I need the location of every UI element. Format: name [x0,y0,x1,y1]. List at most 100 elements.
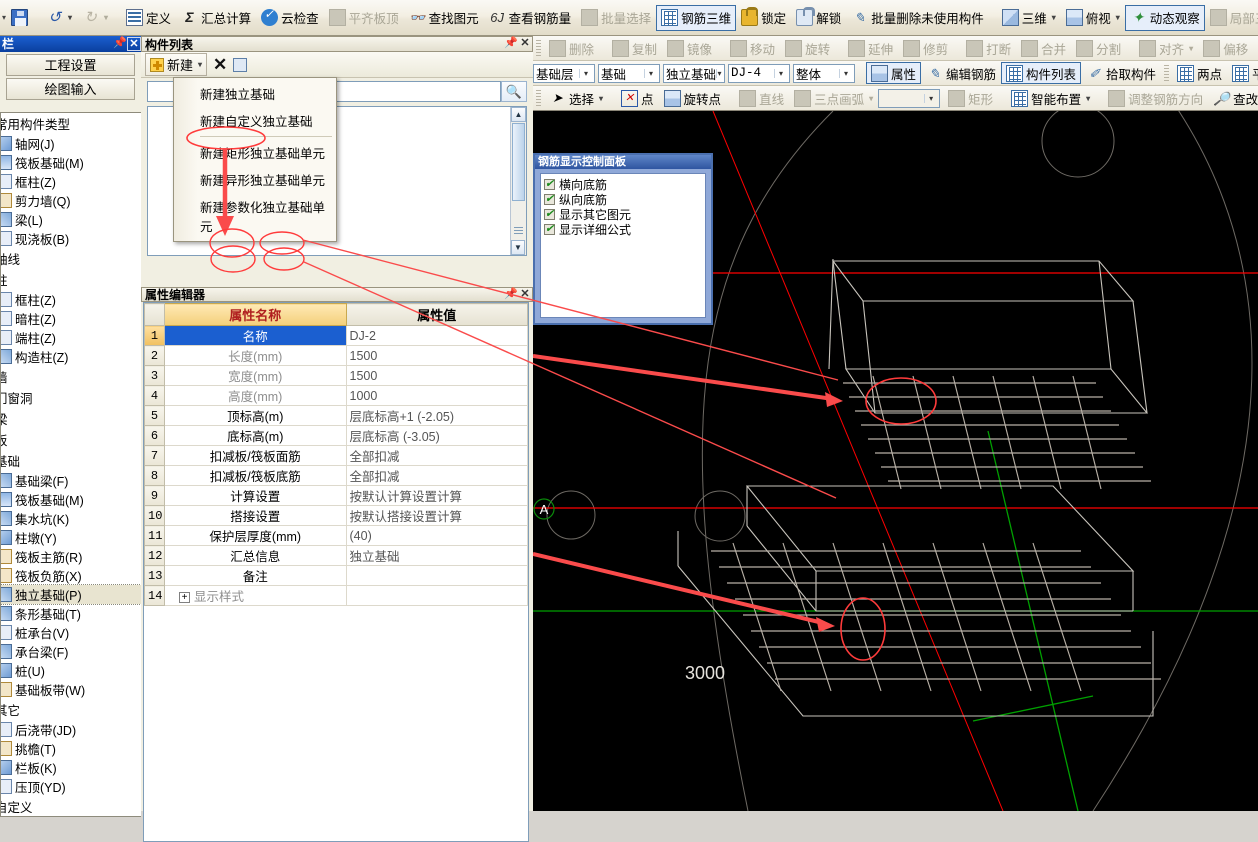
adjust-rebar-dir-button[interactable]: 调整钢筋方向 [1103,87,1208,109]
close-icon[interactable]: ✕ [518,37,532,51]
copy-component-button[interactable] [233,57,248,72]
sidebar-item-frame-column[interactable]: 框柱(Z) [1,172,141,191]
property-value[interactable]: 1500 [345,345,528,366]
parallel-button[interactable]: 平 [1227,62,1258,84]
toolbar-grip[interactable] [536,39,541,57]
component-list-button[interactable]: 构件列表 [1001,62,1082,84]
pick-component-button[interactable]: ✐ 拾取构件 [1081,62,1161,84]
sidebar-item-post-cast-strip[interactable]: 后浇带(JD) [1,720,141,739]
move-button[interactable]: 移动 [725,37,780,59]
sidebar-item-structural-column[interactable]: 构造柱(Z) [1,347,141,366]
delete-component-button[interactable]: ✕ [213,56,227,73]
sidebar-item-raft-main-rebar[interactable]: 筏板主筋(R) [1,547,141,566]
find-element-button[interactable]: 👓 查找图元 [404,5,484,31]
align-slab-top-button[interactable]: 平齐板顶 [324,5,404,31]
pin-icon[interactable]: 📌 [113,37,127,51]
sidebar-item-end-column[interactable]: 端柱(Z) [1,328,141,347]
sidebar-item-coping[interactable]: 压顶(YD) [1,777,141,796]
expander-icon[interactable]: + [179,592,190,604]
table-row[interactable]: 2 长度(mm) 1500 [144,345,528,366]
merge-button[interactable]: 合并 [1016,37,1071,59]
stretch-button[interactable]: 拉伸 [1253,37,1258,59]
menu-new-custom-isolated-foundation[interactable]: 新建自定义独立基础 [174,107,336,134]
property-button[interactable]: 属性 [866,62,922,84]
undo-button[interactable]: ↺ ▾ [41,5,77,31]
checkbox-row-longitudinal-bottom-rebar[interactable]: 纵向底筋 [544,192,702,207]
toolbar-grip[interactable] [1164,64,1170,82]
line-tool-button[interactable]: 直线 [734,87,789,109]
table-row[interactable]: 10 搭接设置 按默认搭接设置计算 [144,505,528,526]
scroll-thumb[interactable] [512,123,525,201]
property-value[interactable]: 层底标高 (-3.05) [345,425,528,446]
sidebar-item-column-pier[interactable]: 柱墩(Y) [1,528,141,547]
rotate-button[interactable]: 旋转 [780,37,835,59]
smart-layout-button[interactable]: 智能布置 ▾ [1006,87,1095,109]
menu-new-parametric-isolated-foundation-unit[interactable]: 新建参数化独立基础单元 [174,193,336,239]
point-tool-button[interactable]: ✕ 点 [616,87,659,109]
property-value[interactable]: 独立基础 [345,545,528,566]
drawing-input-tab[interactable]: 绘图输入 [6,78,135,100]
3d-viewport[interactable]: A 3000 钢筋显示控制面板 ✔ 横向底筋 ✔ 纵向底筋 ✔ 显示其它图元 ✔… [533,111,1258,811]
table-row[interactable]: 1 名称 DJ-2 [144,325,528,346]
select-tool-button[interactable]: ➤ 选择 ▾ [544,87,608,109]
sidebar-item-pile-cap[interactable]: 桩承台(V) [1,623,141,642]
table-row[interactable]: 12 汇总信息 独立基础 [144,545,528,566]
batch-select-button[interactable]: 批量选择 [576,5,656,31]
scroll-up-icon[interactable]: ▲ [511,107,526,122]
sidebar-item-sump-pit[interactable]: 集水坑(K) [1,509,141,528]
project-settings-tab[interactable]: 工程设置 [6,54,135,76]
checkbox-icon[interactable] [544,222,555,235]
floor-select[interactable]: 基础层 ▾ [533,63,595,83]
new-component-dropdown-menu[interactable]: 新建独立基础 新建自定义独立基础 新建矩形独立基础单元 新建异形独立基础单元 新… [173,77,337,242]
property-value[interactable] [345,585,528,606]
delete-button[interactable]: 删除 [544,37,599,59]
offset-button[interactable]: 偏移 [1198,37,1253,59]
table-row[interactable]: 7 扣减板/筏板面筋 全部扣减 [144,445,528,466]
sidebar-item-frame-column-2[interactable]: 框柱(Z) [1,290,141,309]
sidebar-item-raft-foundation[interactable]: 筏板基础(M) [1,153,141,172]
lock-button[interactable]: 锁定 [736,5,791,31]
arc-param-combo[interactable]: ▾ [878,88,941,108]
cloud-check-button[interactable]: 云检查 [256,5,324,31]
table-row[interactable]: 3 宽度(mm) 1500 [144,365,528,386]
sidebar-item-railing-slab[interactable]: 栏板(K) [1,758,141,777]
table-row[interactable]: 11 保护层厚度(mm) (40) [144,525,528,546]
checkbox-icon[interactable] [544,177,555,190]
checkbox-row-transverse-bottom-rebar[interactable]: 横向底筋 [544,177,702,192]
sidebar-item-pile[interactable]: 桩(U) [1,661,141,680]
table-row[interactable]: 6 底标高(m) 层底标高 (-3.05) [144,425,528,446]
checkbox-icon[interactable] [544,192,555,205]
checkbox-row-show-detailed-formula[interactable]: 显示详细公式 [544,222,702,237]
table-row[interactable]: 13 备注 [144,565,528,586]
dynamic-observe-button[interactable]: ✦ 动态观察 [1124,4,1205,31]
sidebar-item-foundation-slab-band[interactable]: 基础板带(W) [1,680,141,699]
trim-button[interactable]: 修剪 [898,37,953,59]
break-button[interactable]: 打断 [961,37,1016,59]
pin-icon[interactable]: 📌 [504,37,518,51]
sidebar-item-axis-grid[interactable]: 轴网(J) [1,134,141,153]
property-value[interactable]: 1500 [345,365,528,386]
checkbox-icon[interactable] [544,207,555,220]
menu-new-isolated-foundation[interactable]: 新建独立基础 [174,80,336,107]
close-icon[interactable]: ✕ [127,37,141,51]
pin-icon[interactable]: 📌 [504,288,518,302]
sidebar-item-cast-slab[interactable]: 现浇板(B) [1,229,141,248]
copy-button[interactable]: 复制 [607,37,662,59]
batch-delete-unused-button[interactable]: ✎ 批量删除未使用构件 [846,5,989,31]
menu-new-rect-isolated-foundation-unit[interactable]: 新建矩形独立基础单元 [174,139,336,166]
sidebar-item-overhanging-eave[interactable]: 挑檐(T) [1,739,141,758]
mirror-button[interactable]: 镜像 [662,37,717,59]
property-value[interactable] [345,565,528,586]
property-value[interactable]: 层底标高+1 (-2.05) [345,405,528,426]
close-icon[interactable]: ✕ [518,288,532,302]
part-select[interactable]: 整体 ▾ [793,63,855,83]
property-value[interactable]: 1000 [345,385,528,406]
table-row[interactable]: 4 高度(mm) 1000 [144,385,528,406]
property-value[interactable]: (40) [345,525,528,546]
sidebar-item-strip-foundation[interactable]: 条形基础(T) [1,604,141,623]
sidebar-item-shear-wall[interactable]: 剪力墙(Q) [1,191,141,210]
component-select[interactable]: DJ-4 ▾ [728,63,790,83]
sidebar-item-raft-negative-rebar[interactable]: 筏板负筋(X) [1,566,141,585]
scroll-down-icon[interactable]: ▼ [511,240,525,255]
align-button[interactable]: 对齐 ▾ [1134,37,1198,59]
